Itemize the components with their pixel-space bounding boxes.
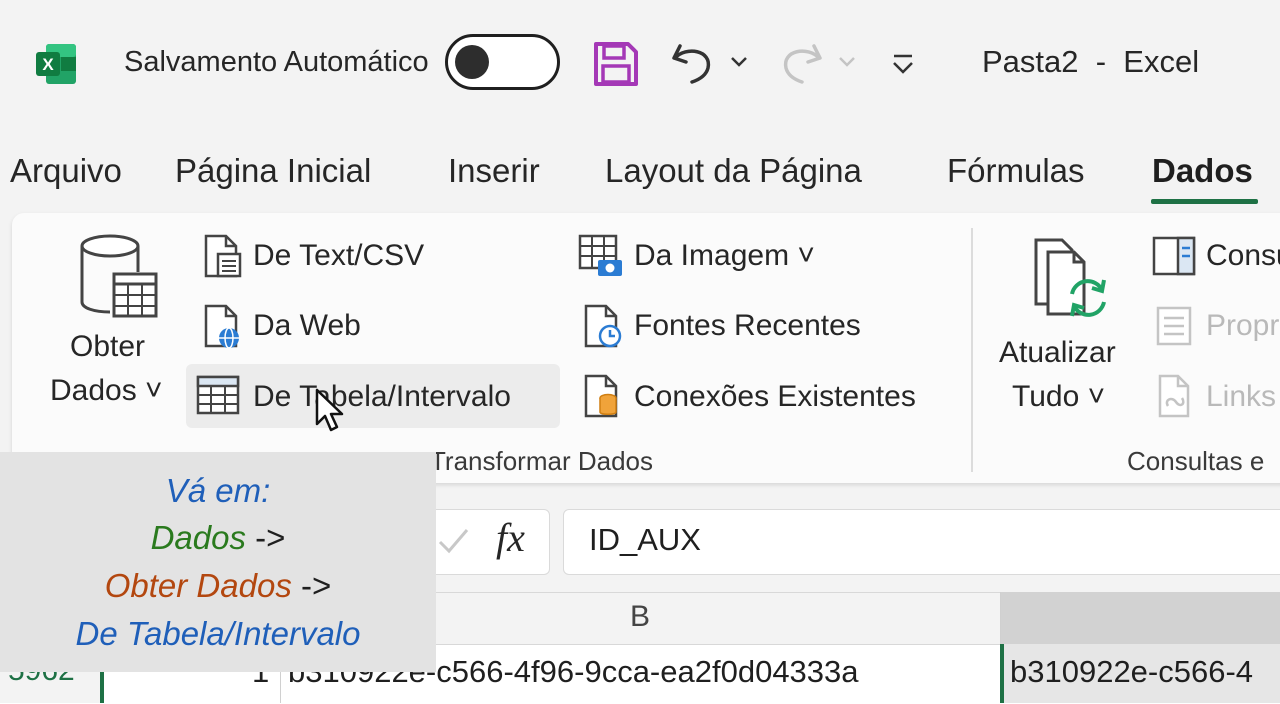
cell-c: b310922e-c566-4 [1010, 654, 1254, 689]
autosave-toggle[interactable] [445, 34, 560, 90]
refresh-all-icon [1034, 238, 1106, 317]
database-table-icon [80, 234, 158, 318]
de-text-csv-button[interactable]: De Text/CSV [253, 239, 424, 273]
da-imagem-button[interactable]: Da Imagem ˅ [634, 239, 815, 273]
properties-icon [1156, 306, 1192, 346]
existing-connections-icon [584, 374, 618, 418]
overlay-obter-dados: Obter Dados [104, 567, 292, 604]
overlay-line-3: Obter Dados -> [0, 567, 436, 605]
de-tabela-intervalo-button[interactable]: De Tabela/Intervalo [253, 380, 511, 414]
formula-value: ID_AUX [589, 522, 701, 557]
group-transformar-dados-label: Transformar Dados [430, 446, 653, 476]
text-file-icon [204, 234, 242, 278]
atualizar-label-2[interactable]: Tudo ˅ [1012, 380, 1105, 414]
check-icon[interactable] [436, 526, 470, 556]
overlay-line-4: De Tabela/Intervalo [75, 615, 361, 652]
recent-sources-icon [584, 304, 622, 348]
redo-icon[interactable] [776, 38, 826, 88]
overlay-arrow-2: -> [291, 567, 332, 604]
insert-function-fx-button[interactable]: fx [496, 514, 525, 561]
redo-dropdown-chevron-icon[interactable] [836, 50, 858, 72]
column-b-label: B [630, 600, 651, 633]
svg-text:X: X [42, 55, 54, 74]
active-tab-indicator [1151, 199, 1258, 204]
tab-pagina-inicial[interactable]: Página Inicial [175, 152, 371, 190]
excel-logo-icon: X [36, 44, 76, 84]
obter-dados-label-2[interactable]: Dados ˅ [50, 374, 163, 408]
overlay-arrow-1: -> [245, 519, 286, 556]
overlay-line-2: Dados -> [0, 519, 436, 557]
da-web-button[interactable]: Da Web [253, 309, 361, 343]
table-range-icon [196, 375, 240, 415]
toggle-knob [455, 45, 489, 79]
customize-toolbar-icon[interactable] [890, 50, 916, 78]
group-consultas-label: Consultas e [1127, 446, 1265, 476]
propriedades-button[interactable]: Propr [1206, 309, 1279, 343]
tab-inserir[interactable]: Inserir [448, 152, 540, 190]
undo-icon[interactable] [668, 38, 718, 88]
tab-dados[interactable]: Dados [1152, 152, 1253, 190]
obter-dados-label-1[interactable]: Obter [70, 330, 145, 364]
consultas-conexoes-button[interactable]: Consu [1206, 239, 1280, 273]
conexoes-existentes-button[interactable]: Conexões Existentes [634, 380, 916, 414]
web-globe-icon [204, 304, 239, 348]
atualizar-label-1[interactable]: Atualizar [999, 336, 1116, 370]
overlay-dados: Dados [150, 519, 246, 556]
column-header-c[interactable] [1001, 592, 1280, 644]
mouse-cursor-icon [315, 388, 344, 432]
editar-links-button[interactable]: Links [1206, 380, 1276, 414]
autosave-label: Salvamento Automático [124, 46, 429, 78]
overlay-line-1: Vá em: [165, 472, 271, 509]
queries-pane-icon [1152, 236, 1196, 276]
tab-formulas[interactable]: Fórmulas [947, 152, 1085, 190]
document-title: Pasta2 - Excel [982, 44, 1200, 79]
tab-layout-da-pagina[interactable]: Layout da Página [605, 152, 862, 190]
fontes-recentes-button[interactable]: Fontes Recentes [634, 309, 861, 343]
edit-links-icon [1158, 374, 1190, 418]
ribbon-group-divider [971, 228, 973, 472]
image-table-icon [578, 234, 622, 276]
save-icon[interactable] [592, 40, 640, 88]
undo-dropdown-chevron-icon[interactable] [728, 50, 750, 72]
tab-arquivo[interactable]: Arquivo [10, 152, 122, 190]
